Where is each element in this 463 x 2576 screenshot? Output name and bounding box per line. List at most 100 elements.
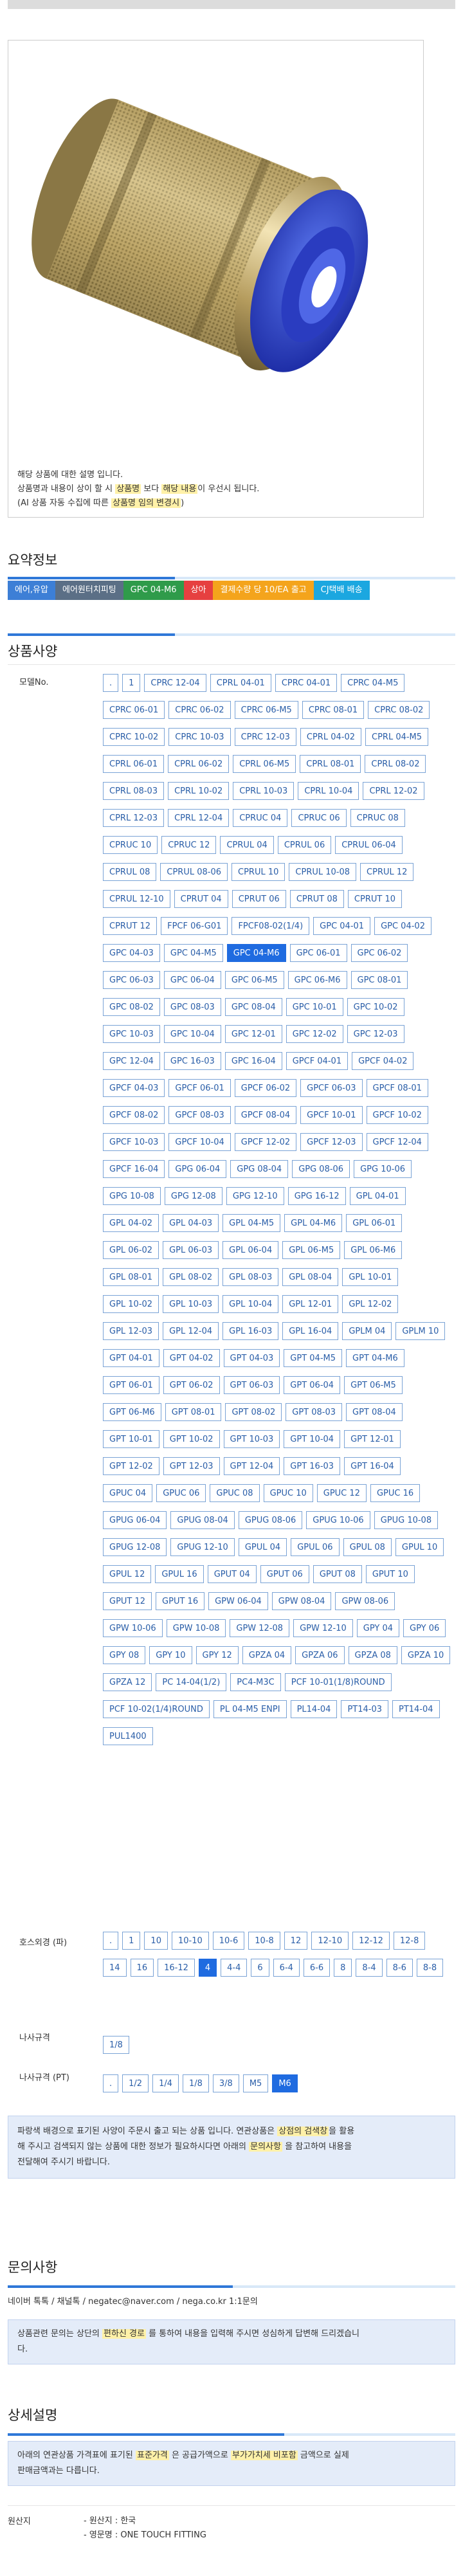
- model-option[interactable]: GPCF 16-04: [103, 1160, 165, 1178]
- model-option[interactable]: GPC 12-04: [103, 1052, 160, 1070]
- model-option[interactable]: GPW 10-06: [103, 1619, 163, 1637]
- model-option[interactable]: GPC 10-03: [103, 1025, 160, 1043]
- model-option[interactable]: CPRUC 12: [161, 836, 217, 854]
- model-option[interactable]: 1: [122, 674, 141, 692]
- model-option[interactable]: GPL 16-03: [222, 1322, 279, 1340]
- model-option[interactable]: GPL 04-02: [103, 1214, 159, 1232]
- model-option[interactable]: GPUC 06: [156, 1484, 206, 1502]
- model-option[interactable]: GPCF 10-01: [300, 1106, 363, 1124]
- model-option[interactable]: CPRL 08-02: [365, 755, 426, 773]
- hose-option[interactable]: 8-6: [386, 1959, 413, 1977]
- model-option[interactable]: CPRUL 12-10: [103, 890, 170, 908]
- model-option[interactable]: GPT 16-04: [344, 1457, 401, 1475]
- model-option[interactable]: GPUL 16: [155, 1565, 204, 1583]
- model-option[interactable]: GPG 08-04: [230, 1160, 289, 1178]
- model-option[interactable]: GPCF 08-03: [168, 1106, 231, 1124]
- model-option[interactable]: GPL 16-04: [282, 1322, 339, 1340]
- model-option[interactable]: GPT 08-02: [225, 1403, 282, 1421]
- model-option[interactable]: CPRUL 08-06: [160, 863, 228, 881]
- model-option[interactable]: GPL 06-02: [103, 1241, 159, 1259]
- model-option[interactable]: CPRL 04-M5: [365, 728, 429, 746]
- model-option[interactable]: GPW 10-08: [166, 1619, 226, 1637]
- hose-option[interactable]: 10-10: [171, 1932, 209, 1950]
- model-option[interactable]: GPL 06-03: [163, 1241, 219, 1259]
- model-option[interactable]: GPC 06-03: [103, 971, 160, 989]
- model-option[interactable]: GPLM 04: [342, 1322, 392, 1340]
- model-option[interactable]: GPW 12-08: [230, 1619, 290, 1637]
- model-option[interactable]: CPRUT 10: [347, 890, 402, 908]
- model-option[interactable]: GPUT 10: [365, 1565, 415, 1583]
- model-option[interactable]: PT14-03: [341, 1700, 388, 1718]
- model-option[interactable]: GPY 06: [403, 1619, 446, 1637]
- model-option[interactable]: GPCF 04-03: [103, 1079, 165, 1097]
- model-option[interactable]: GPUT 04: [207, 1565, 257, 1583]
- model-option[interactable]: PC4-M3C: [230, 1673, 281, 1691]
- model-option[interactable]: CPRUL 04: [220, 836, 274, 854]
- model-option[interactable]: GPC 10-04: [163, 1025, 221, 1043]
- model-option[interactable]: GPUL 12: [103, 1565, 152, 1583]
- hose-option[interactable]: 8: [334, 1959, 352, 1977]
- model-option[interactable]: GPT 08-04: [346, 1403, 403, 1421]
- model-option[interactable]: GPG 10-08: [103, 1187, 161, 1205]
- model-option[interactable]: CPRC 12-04: [144, 674, 206, 692]
- model-option[interactable]: CPRC 06-02: [168, 701, 231, 719]
- model-option[interactable]: CPRL 08-03: [103, 782, 165, 800]
- model-option[interactable]: GPUT 08: [313, 1565, 362, 1583]
- model-option[interactable]: GPUL 06: [291, 1538, 340, 1556]
- model-option[interactable]: GPL 08-04: [282, 1268, 339, 1286]
- model-option[interactable]: GPG 06-04: [168, 1160, 227, 1178]
- model-option[interactable]: GPT 08-03: [286, 1403, 343, 1421]
- model-option[interactable]: GPZA 10: [401, 1646, 451, 1664]
- model-option[interactable]: GPY 10: [149, 1646, 192, 1664]
- model-option[interactable]: GPT 04-01: [103, 1349, 159, 1367]
- model-option[interactable]: GPT 06-01: [103, 1376, 159, 1394]
- inquiry-contact[interactable]: 네이버 톡톡 / 채널톡 / negatec@naver.com / nega.…: [8, 2294, 455, 2307]
- model-option[interactable]: CPRC 06-01: [103, 701, 165, 719]
- pt-option[interactable]: M5: [242, 2074, 269, 2092]
- pt-option[interactable]: 1/8: [182, 2074, 209, 2092]
- model-option[interactable]: FPCF 06-G01: [161, 917, 228, 935]
- model-option[interactable]: GPT 06-02: [163, 1376, 220, 1394]
- hose-option[interactable]: 12-10: [311, 1932, 349, 1950]
- model-option[interactable]: GPCF 10-04: [168, 1133, 231, 1151]
- model-option[interactable]: GPC 16-03: [163, 1052, 221, 1070]
- hose-option[interactable]: 8-8: [416, 1959, 444, 1977]
- pt-option[interactable]: 3/8: [212, 2074, 239, 2092]
- model-option[interactable]: GPUL 10: [395, 1538, 444, 1556]
- model-option[interactable]: GPC 12-02: [286, 1025, 343, 1043]
- model-option[interactable]: CPRL 10-04: [298, 782, 359, 800]
- model-option[interactable]: GPG 08-06: [292, 1160, 350, 1178]
- model-option[interactable]: GPT 12-02: [103, 1457, 159, 1475]
- model-option[interactable]: CPRC 04-M5: [341, 674, 405, 692]
- model-option[interactable]: GPCF 12-02: [234, 1133, 297, 1151]
- hose-option[interactable]: 1: [122, 1932, 141, 1950]
- model-option[interactable]: GPUT 16: [156, 1592, 205, 1610]
- model-option[interactable]: CPRUC 08: [350, 809, 405, 827]
- model-option[interactable]: CPRC 08-02: [368, 701, 430, 719]
- model-option[interactable]: GPL 10-01: [342, 1268, 399, 1286]
- model-option[interactable]: GPW 08-04: [271, 1592, 332, 1610]
- model-option[interactable]: CPRUL 12: [360, 863, 414, 881]
- model-option[interactable]: GPL 06-04: [222, 1241, 279, 1259]
- model-option[interactable]: GPC 08-01: [350, 971, 408, 989]
- model-option[interactable]: GPT 10-04: [284, 1430, 341, 1448]
- model-option[interactable]: GPY 08: [103, 1646, 146, 1664]
- model-option[interactable]: GPLM 10: [395, 1322, 446, 1340]
- model-option[interactable]: GPL 06-01: [346, 1214, 403, 1232]
- model-option[interactable]: CPRC 08-01: [302, 701, 365, 719]
- model-option[interactable]: GPUG 10-08: [374, 1511, 439, 1529]
- model-option[interactable]: CPRL 12-02: [363, 782, 424, 800]
- model-option[interactable]: GPC 10-01: [286, 998, 343, 1016]
- model-option[interactable]: GPC 06-04: [163, 971, 221, 989]
- model-option[interactable]: GPL 04-M5: [222, 1214, 281, 1232]
- model-option[interactable]: GPT 04-03: [223, 1349, 280, 1367]
- model-option[interactable]: GPL 08-01: [103, 1268, 159, 1286]
- model-option[interactable]: GPG 16-12: [287, 1187, 346, 1205]
- model-option[interactable]: GPUG 12-10: [170, 1538, 235, 1556]
- model-option[interactable]: CPRUL 06: [277, 836, 332, 854]
- model-option[interactable]: GPUC 16: [370, 1484, 421, 1502]
- model-option[interactable]: GPCF 06-01: [168, 1079, 231, 1097]
- model-option[interactable]: GPZA 04: [242, 1646, 292, 1664]
- model-option[interactable]: GPUC 08: [210, 1484, 260, 1502]
- model-option[interactable]: CPRL 08-01: [300, 755, 361, 773]
